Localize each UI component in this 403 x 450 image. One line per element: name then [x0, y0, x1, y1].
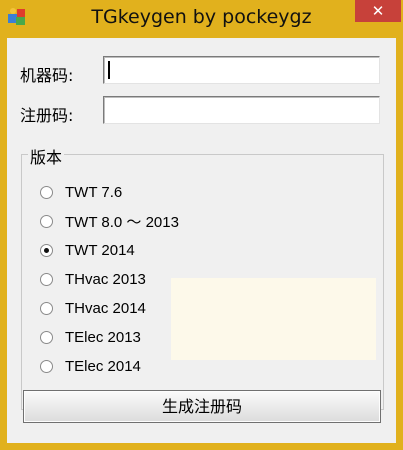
radio-button-selected[interactable] [40, 243, 53, 257]
radio-label: THvac 2013 [65, 270, 146, 288]
radio-label: TElec 2014 [65, 357, 141, 375]
radio-button[interactable] [40, 359, 53, 373]
close-icon: ✕ [371, 2, 385, 20]
radio-label: TWT 7.6 [65, 183, 123, 201]
radio-option-telec2014[interactable]: TElec 2014 [40, 354, 141, 378]
window-title: TGkeygen by pockeygz [91, 6, 312, 28]
reg-code-input[interactable] [103, 96, 380, 124]
radio-button[interactable] [40, 185, 53, 199]
radio-label: TWT 8.0 ～ 2013 [65, 213, 179, 231]
window-client-area: 机器码: 注册码: 版本 TWT 7.6 TWT 8.0 ～ 2013 TWT … [7, 38, 396, 443]
radio-label: THvac 2014 [65, 299, 146, 317]
machine-code-input[interactable] [103, 56, 380, 84]
radio-button[interactable] [40, 214, 53, 228]
radio-option-twt2014[interactable]: TWT 2014 [40, 238, 135, 262]
reg-code-label: 注册码: [20, 106, 74, 125]
version-group: 版本 TWT 7.6 TWT 8.0 ～ 2013 TWT 2014 THvac… [21, 144, 384, 410]
generate-button[interactable]: 生成注册码 [23, 390, 381, 423]
title-bar[interactable]: TGkeygen by pockeygz ✕ [0, 0, 403, 38]
radio-button[interactable] [40, 301, 53, 315]
radio-option-twt80-2013[interactable]: TWT 8.0 ～ 2013 [40, 209, 179, 233]
version-group-title: 版本 [28, 144, 65, 168]
radio-label: TElec 2013 [65, 328, 141, 346]
radio-option-thvac2013[interactable]: THvac 2013 [40, 267, 146, 291]
text-caret [108, 61, 110, 79]
radio-button[interactable] [40, 330, 53, 344]
machine-code-label: 机器码: [20, 66, 74, 85]
radio-label: TWT 2014 [65, 241, 135, 259]
radio-button[interactable] [40, 272, 53, 286]
radio-option-thvac2014[interactable]: THvac 2014 [40, 296, 146, 320]
radio-option-telec2013[interactable]: TElec 2013 [40, 325, 141, 349]
close-button[interactable]: ✕ [355, 0, 401, 22]
radio-option-twt76[interactable]: TWT 7.6 [40, 180, 122, 204]
